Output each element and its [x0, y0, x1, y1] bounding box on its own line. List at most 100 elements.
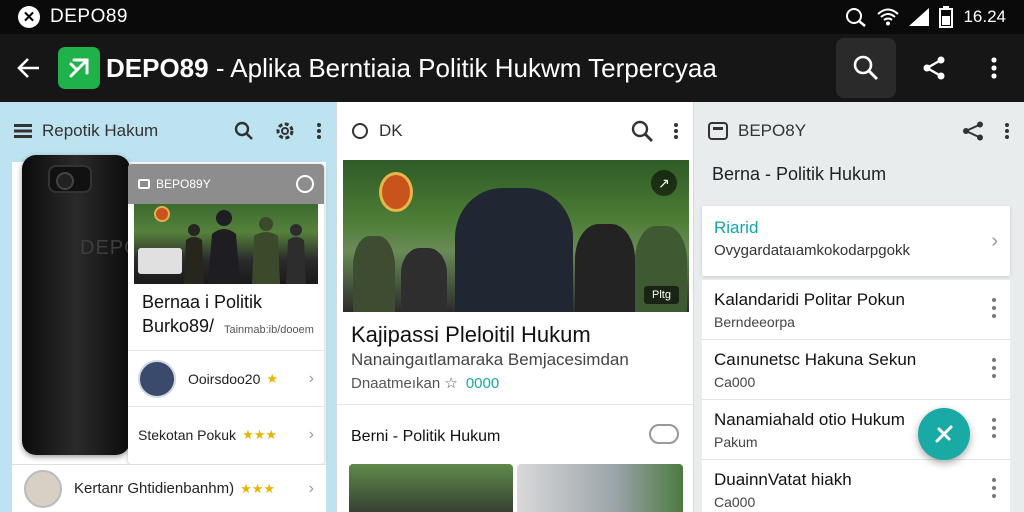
right-panel: BEPO8Y Berna - Politik Hukum Riarid Ovyg…: [694, 102, 1024, 512]
app-badge-icon: [708, 122, 728, 140]
avatar: [24, 469, 62, 508]
highlight-title: Riarid: [714, 218, 759, 237]
app-bar: DEPO89 - Aplika Berntiaia Politik Hukwm …: [0, 34, 1024, 102]
more-vert-icon[interactable]: [992, 418, 996, 438]
highlight-card[interactable]: Riarid Ovygardataıamkokodarpgokk ›: [702, 206, 1010, 276]
search-button[interactable]: [836, 38, 896, 98]
options-circle-icon[interactable]: [296, 175, 314, 193]
photo-person: [575, 224, 635, 312]
list-item[interactable]: DuainnVatat hiakh Ca000: [702, 460, 1010, 512]
chevron-right-icon: ›: [308, 425, 314, 443]
news-card-photo-scene: [138, 206, 306, 284]
list-item[interactable]: Kertanr Ghtidienbanhm) ★★★ ›: [12, 464, 326, 512]
more-vert-icon[interactable]: [992, 358, 996, 378]
overflow-menu-button[interactable]: [964, 38, 1024, 98]
headline-subtitle: Nanaingaıtlamaraka Bemjacesimdan: [351, 350, 629, 369]
share-icon: [923, 56, 945, 80]
right-panel-actions: [962, 121, 1010, 141]
headline-title[interactable]: Kajipassi Pleloitil Hukum: [351, 322, 591, 348]
thumbnail-image[interactable]: [349, 464, 513, 512]
star-icon: ★★★: [240, 480, 276, 496]
list-item[interactable]: Caınunetsc Hakuna Sekun Ca000: [702, 340, 1010, 400]
news-card-header-label: BEPO89Y: [156, 177, 211, 191]
app-title: DEPO89 - Aplika Berntiaia Politik Hukwm …: [106, 53, 717, 84]
list-item-label: Kertanr Ghtidienbanhm): [74, 480, 235, 497]
star-icon: ★★★: [242, 426, 278, 442]
status-bar: ✕ DEPO89 16.24: [0, 0, 1024, 34]
list-item[interactable]: Stekotan Pokuk ★★★ ›: [128, 406, 324, 462]
back-arrow-icon: [17, 58, 39, 78]
right-panel-subtitle: Berna - Politik Hukum: [712, 164, 887, 184]
photo-person: [353, 236, 395, 312]
photo-tag: Pltg: [644, 286, 679, 304]
right-panel-title: BEPO8Y: [738, 121, 807, 140]
settings-gear-icon[interactable]: [274, 120, 296, 142]
left-panel-title: Repotik Hakum: [42, 121, 159, 140]
list-item[interactable]: Ooirsdoo20 ★ ›: [128, 350, 324, 406]
more-vert-icon[interactable]: [992, 478, 996, 498]
middle-panel-header: DK: [337, 102, 693, 160]
app-logo: [58, 47, 100, 89]
radio-circle-icon[interactable]: [351, 122, 369, 140]
search-icon[interactable]: [631, 120, 653, 142]
more-vert-icon: [991, 57, 997, 79]
chevron-right-icon: ›: [308, 479, 314, 497]
news-card-meta: Tainmab:ib/dooem: [224, 324, 314, 336]
news-card[interactable]: BEPO89Y Bernaa i Politik Burko89/ Tainmab…: [128, 164, 324, 464]
middle-panel: DK ↗ Pltg Kajipassi Pleloitil Hukum Nana…: [336, 102, 694, 512]
right-panel-header: BEPO8Y: [694, 102, 1024, 160]
emblem-badge: [379, 172, 413, 212]
divider: [337, 404, 693, 405]
list-item-title: Caınunetsc Hakuna Sekun: [714, 350, 917, 369]
share-button[interactable]: [904, 38, 964, 98]
more-vert-icon[interactable]: [673, 122, 679, 140]
middle-panel-title: DK: [379, 121, 403, 140]
app-bar-actions: [836, 34, 1024, 102]
list-item-subtitle: Ca000: [714, 494, 756, 510]
more-vert-icon[interactable]: [1004, 122, 1010, 140]
list-item-title: DuainnVatat hiakh: [714, 470, 852, 489]
more-vert-icon[interactable]: [316, 122, 322, 140]
highlight-subtitle: Ovygardataıamkokodarpgokk: [714, 242, 910, 259]
chevron-right-icon: ›: [308, 369, 314, 387]
battery-icon: [939, 6, 954, 28]
carrier-label: DEPO89: [50, 6, 128, 27]
clock-label: 16.24: [963, 7, 1006, 26]
list-item-title: Nanamiahald otio Hukum: [714, 410, 905, 429]
logo-glyph-icon: [69, 58, 89, 78]
chevron-right-icon: ›: [991, 230, 998, 252]
close-icon[interactable]: ✕: [18, 6, 40, 28]
floating-action-button[interactable]: [918, 408, 970, 460]
menu-icon[interactable]: [14, 124, 32, 138]
headline-meta-count: 0000: [465, 375, 500, 392]
list-item-title: Kalandaridi Politar Pokun: [714, 290, 905, 309]
left-panel-header: Repotik Hakum: [0, 102, 336, 160]
thumbnail-image[interactable]: [517, 464, 683, 512]
back-button[interactable]: [0, 34, 58, 102]
section-title: Berni - Politik Hukum: [351, 428, 501, 445]
share-icon[interactable]: ↗: [651, 170, 677, 196]
link-icon[interactable]: [649, 424, 679, 444]
app-title-brand: DEPO89: [106, 52, 209, 83]
app-title-text: - Aplika Berntiaia Politik Hukwm Terperc…: [208, 52, 717, 83]
more-vert-icon[interactable]: [992, 298, 996, 318]
headline-meta-text: Dnaatmeıkan ☆: [351, 375, 458, 392]
list-item[interactable]: Kalandaridi Politar Pokun Berndeeorpa: [702, 280, 1010, 340]
share-icon[interactable]: [962, 121, 984, 141]
star-icon: ★: [266, 370, 279, 386]
list-item-subtitle: Ca000: [714, 374, 756, 390]
search-icon[interactable]: [234, 121, 254, 141]
phone-device-image: DEPO: [22, 155, 140, 455]
headline-photo: ↗ Pltg: [343, 160, 689, 312]
list-item-subtitle: Pakum: [714, 434, 758, 450]
tools-icon: [935, 425, 953, 443]
phone-camera: [48, 165, 92, 193]
headline-meta: Dnaatmeıkan ☆ 0000: [351, 374, 499, 392]
search-icon: [853, 55, 879, 81]
news-card-title-line1: Bernaa i Politik: [142, 292, 263, 312]
app-screen: ✕ DEPO89 16.24 DEPO89 - Aplika Berntiaia…: [0, 0, 1024, 512]
list-item-subtitle: Berndeeorpa: [714, 314, 795, 330]
status-icons: 16.24: [845, 6, 1006, 28]
list-item-label: Ooirsdoo20: [188, 370, 261, 387]
news-list: Kalandaridi Politar Pokun Berndeeorpa Ca…: [702, 280, 1010, 512]
